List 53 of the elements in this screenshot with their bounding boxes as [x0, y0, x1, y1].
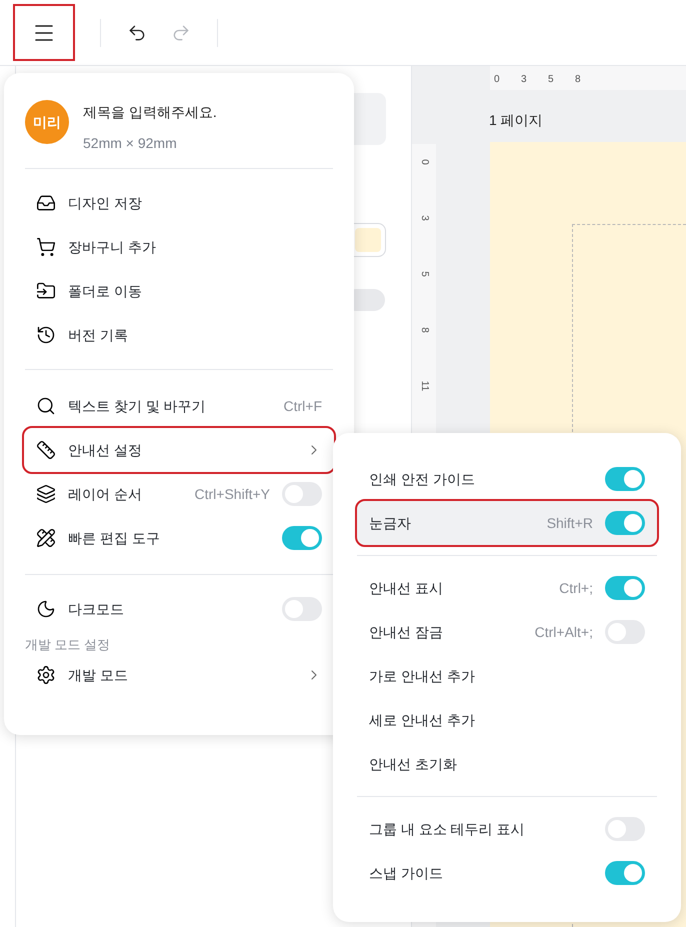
menu-item[interactable]: 빠른 편집 도구: [24, 516, 334, 560]
menu-item[interactable]: 버전 기록: [24, 313, 334, 357]
toggle-switch[interactable]: [605, 467, 645, 491]
menu-item[interactable]: 다크모드: [24, 587, 334, 631]
settings-icon: [36, 665, 56, 685]
menu-item[interactable]: 그룹 내 요소 테두리 표시: [357, 807, 657, 851]
menu-item[interactable]: 스냅 가이드: [357, 851, 657, 895]
menu-item[interactable]: 눈금자 Shift+R: [357, 501, 657, 545]
menu-item[interactable]: 세로 안내선 추가: [357, 698, 657, 742]
section-label: 개발 모드 설정: [25, 636, 112, 653]
menu-item[interactable]: 텍스트 찾기 및 바꾸기 Ctrl+F: [24, 384, 334, 428]
menu-item[interactable]: 디자인 저장: [24, 181, 334, 225]
redo-icon: [171, 22, 191, 42]
menu-button[interactable]: [15, 6, 73, 59]
inbox-icon: [36, 193, 56, 213]
ruler-label: 5: [548, 73, 555, 87]
design-title: 제목을 입력해주세요.: [83, 103, 217, 122]
menu-item[interactable]: 안내선 잠금 Ctrl+Alt+;: [357, 610, 657, 654]
folder-arrow-icon: [36, 281, 56, 301]
toggle-switch[interactable]: [605, 511, 645, 535]
menu-item[interactable]: 개발 모드: [24, 653, 334, 697]
ruler-label: 3: [521, 73, 528, 87]
toggle-switch[interactable]: [605, 861, 645, 885]
ruler-label: 0: [418, 159, 430, 165]
ruler-label: 8: [575, 73, 582, 87]
pencil-ruler-icon: [36, 528, 56, 548]
ruler-label: 8: [418, 327, 430, 333]
menu-item[interactable]: 안내선 초기화: [357, 742, 657, 786]
menu-item[interactable]: 폴더로 이동: [24, 269, 334, 313]
search-icon: [36, 396, 56, 416]
menu-item[interactable]: 인쇄 안전 가이드: [357, 457, 657, 501]
toggle-switch[interactable]: [282, 482, 322, 506]
menu-item[interactable]: 가로 안내선 추가: [357, 654, 657, 698]
toggle-switch[interactable]: [282, 597, 322, 621]
menu-item[interactable]: 레이어 순서 Ctrl+Shift+Y: [24, 472, 334, 516]
cart-icon: [36, 237, 56, 257]
ruler-label: 11: [418, 380, 430, 392]
ruler-label: 5: [418, 271, 430, 277]
menu-item[interactable]: 안내선 표시 Ctrl+;: [357, 566, 657, 610]
page-label: 1 페이지: [489, 111, 543, 130]
undo-icon: [127, 22, 147, 42]
ruler-label: 3: [418, 215, 430, 221]
toggle-switch[interactable]: [605, 576, 645, 600]
moon-icon: [36, 599, 56, 619]
ruler-icon: [36, 440, 56, 460]
ruler-label: 0: [494, 73, 501, 87]
design-size: 52mm × 92mm: [83, 134, 178, 153]
avatar: 미리: [25, 100, 69, 144]
menu-item[interactable]: 장바구니 추가: [24, 225, 334, 269]
layers-icon: [36, 484, 56, 504]
toggle-switch[interactable]: [282, 526, 322, 550]
clock-icon: [36, 325, 56, 345]
menu-item[interactable]: 안내선 설정: [24, 428, 334, 472]
